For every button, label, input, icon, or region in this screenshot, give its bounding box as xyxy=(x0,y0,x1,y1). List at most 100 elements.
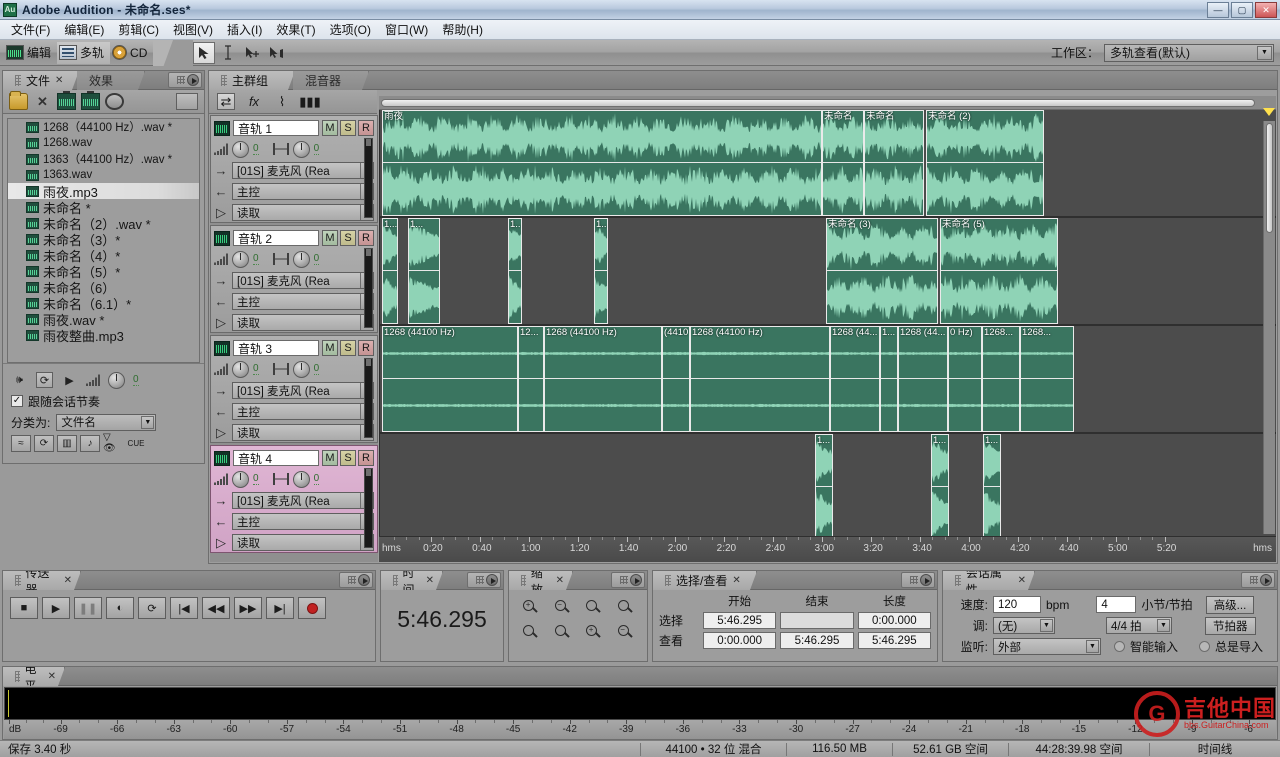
file-list-item[interactable]: 雨夜.mp3 xyxy=(8,183,199,200)
play-preview-icon[interactable]: ▶ xyxy=(61,372,78,388)
stop-button[interactable]: ■ xyxy=(10,597,38,619)
zoom-in-to-selection-right-icon[interactable] xyxy=(549,621,577,643)
selection-panel-menu-button[interactable] xyxy=(901,572,935,588)
selection-start-field[interactable]: 5:46.295 xyxy=(703,612,777,629)
zoom-in-vertical-icon[interactable]: + xyxy=(580,621,608,643)
tab-effects[interactable]: 效果 xyxy=(77,71,145,90)
tab-mixer[interactable]: 混音器 xyxy=(293,71,369,90)
cue-icon[interactable]: CUE xyxy=(126,435,146,452)
show-loops-icon[interactable]: ⟳ xyxy=(34,434,54,452)
track-header-1[interactable]: 音轨 1MSR00→[01S] 麦克风 (Rea▶←主控▶▷读取▼ xyxy=(210,115,378,223)
track-input-select[interactable]: [01S] 麦克风 (Rea▶ xyxy=(232,492,374,509)
track-name-field[interactable]: 音轨 2 xyxy=(233,230,319,246)
mode-button-cd[interactable]: CD xyxy=(110,42,153,64)
close-icon[interactable]: ✕ xyxy=(556,575,564,586)
advanced-button[interactable]: 高级... xyxy=(1205,595,1255,614)
file-list-item[interactable]: 1268.wav xyxy=(8,135,199,151)
open-file-icon[interactable] xyxy=(9,91,28,110)
close-button[interactable]: ✕ xyxy=(1255,2,1277,18)
meters-icon[interactable]: ▮▮▮ xyxy=(299,93,320,110)
follow-tempo-checkbox[interactable]: ✓ xyxy=(11,395,23,407)
hybrid-tool-icon[interactable] xyxy=(241,42,263,64)
audio-clip[interactable]: 1268 (44100 Hz) xyxy=(544,326,662,432)
solo-button[interactable]: S xyxy=(340,120,356,136)
solo-button[interactable]: S xyxy=(340,450,356,466)
audio-clip[interactable]: 1... xyxy=(931,434,949,540)
close-icon[interactable]: ✕ xyxy=(64,575,72,586)
vertical-scroll-thumb[interactable] xyxy=(1266,123,1273,233)
audio-clip[interactable]: 未命名 (5) xyxy=(940,218,1058,324)
tab-session-properties[interactable]: 会话属性 ✕ xyxy=(943,571,1035,590)
minimize-button[interactable]: — xyxy=(1207,2,1229,18)
horizontal-scrollbar[interactable] xyxy=(379,96,1276,110)
track-output-select[interactable]: 主控▶ xyxy=(232,403,374,420)
track-pan-knob[interactable] xyxy=(292,250,310,268)
close-file-icon[interactable]: ✕ xyxy=(33,93,52,110)
tab-files[interactable]: 文件 ✕ xyxy=(3,71,79,90)
tempo-input[interactable]: 120 xyxy=(993,596,1041,613)
horizontal-scroll-thumb[interactable] xyxy=(381,99,1255,107)
maximize-button[interactable]: ▢ xyxy=(1231,2,1253,18)
track-header-3[interactable]: 音轨 3MSR00→[01S] 麦克风 (Rea▶←主控▶▷读取▼ xyxy=(210,335,378,443)
tab-levels[interactable]: 电平 ✕ xyxy=(3,667,65,686)
file-list-item[interactable]: 1363（44100 Hz）.wav * xyxy=(8,151,199,167)
close-icon[interactable]: ✕ xyxy=(48,671,56,682)
audio-clip[interactable]: 1... xyxy=(594,218,608,324)
audio-clip[interactable]: 1... xyxy=(382,218,398,324)
audio-clip[interactable]: 1... xyxy=(408,218,440,324)
fast-forward-button[interactable]: ▶▶ xyxy=(234,597,262,619)
time-select-tool-icon[interactable] xyxy=(217,42,239,64)
tab-transport[interactable]: 传送器 ✕ xyxy=(3,571,81,590)
session-panel-menu-button[interactable] xyxy=(1241,572,1275,588)
record-arm-button[interactable]: R xyxy=(358,120,374,136)
track-lanes[interactable]: 雨夜 未命名 未命名 未命名 (2) 1... 1... 1... 1... 未命名 (3) 未命… xyxy=(379,110,1276,542)
track-pan-knob[interactable] xyxy=(292,140,310,158)
file-list-item[interactable]: 1268（44100 Hz）.wav * xyxy=(8,119,199,135)
time-panel-menu-button[interactable] xyxy=(467,572,501,588)
audio-clip[interactable]: 未命名 xyxy=(822,110,864,216)
file-list-item[interactable]: 雨夜整曲.mp3 xyxy=(8,327,199,344)
tab-main-group[interactable]: 主群组 xyxy=(209,71,295,90)
menu-item-7[interactable]: 窗口(W) xyxy=(378,19,435,40)
solo-button[interactable]: S xyxy=(340,340,356,356)
time-signature-select[interactable]: 4/4 拍 ▼ xyxy=(1106,617,1172,634)
selection-length-field[interactable]: 0:00.000 xyxy=(857,612,931,629)
show-video-files-icon[interactable]: ▥ xyxy=(57,434,77,452)
audio-clip[interactable]: 1268 (44100 Hz) xyxy=(382,326,518,432)
preview-volume-knob[interactable] xyxy=(108,371,125,389)
metronome-button[interactable]: 节拍器 xyxy=(1205,616,1256,635)
track-volume-knob[interactable] xyxy=(232,470,249,488)
show-options-icon[interactable] xyxy=(176,93,198,110)
zoom-out-full-horizontal-icon[interactable] xyxy=(580,596,608,618)
mute-button[interactable]: M xyxy=(322,340,338,356)
menu-item-1[interactable]: 编辑(E) xyxy=(57,19,111,40)
mute-button[interactable]: M xyxy=(322,450,338,466)
rewind-button[interactable]: ◀◀ xyxy=(202,597,230,619)
solo-button[interactable]: S xyxy=(340,230,356,246)
zoom-out-vertical-icon[interactable]: − xyxy=(612,621,640,643)
pause-button[interactable]: ❚❚ xyxy=(74,597,102,619)
level-meter-display[interactable] xyxy=(4,687,1276,720)
tab-zoom[interactable]: 缩放 ✕ xyxy=(509,571,573,590)
filter-icon[interactable]: ▽👁 xyxy=(103,432,123,454)
audio-clip[interactable]: 未命名 (3) xyxy=(826,218,938,324)
close-icon[interactable]: ✕ xyxy=(55,75,63,86)
track-pan-knob[interactable] xyxy=(292,360,310,378)
current-time-display[interactable]: 5:46.295 xyxy=(381,590,503,648)
zoom-out-horizontal-icon[interactable]: − xyxy=(549,596,577,618)
timeline-ruler[interactable]: hms 0:20 0:40 1:00 1:20 1:40 2:00 2:20 2:40 3:00 3… xyxy=(379,536,1276,562)
track-lane-1[interactable]: 雨夜 未命名 未命名 未命名 (2) xyxy=(380,110,1276,218)
view-end-field[interactable]: 5:46.295 xyxy=(780,632,854,649)
tab-time[interactable]: 时间 ✕ xyxy=(381,571,443,590)
zoom-panel-menu-button[interactable] xyxy=(611,572,645,588)
go-to-beginning-button[interactable]: |◀ xyxy=(170,597,198,619)
track-name-field[interactable]: 音轨 1 xyxy=(233,120,319,136)
track-input-select[interactable]: [01S] 麦克风 (Rea▶ xyxy=(232,382,374,399)
track-volume-knob[interactable] xyxy=(232,140,249,158)
audio-clip[interactable]: 1... xyxy=(815,434,833,540)
audio-clip[interactable]: 1268 (44100 Hz) xyxy=(690,326,830,432)
mode-button-multitrack[interactable]: 多轨 xyxy=(57,41,111,64)
zoom-in-horizontal-icon[interactable]: + xyxy=(517,596,545,618)
audio-clip[interactable]: 1... xyxy=(508,218,522,324)
track-output-select[interactable]: 主控▶ xyxy=(232,183,374,200)
